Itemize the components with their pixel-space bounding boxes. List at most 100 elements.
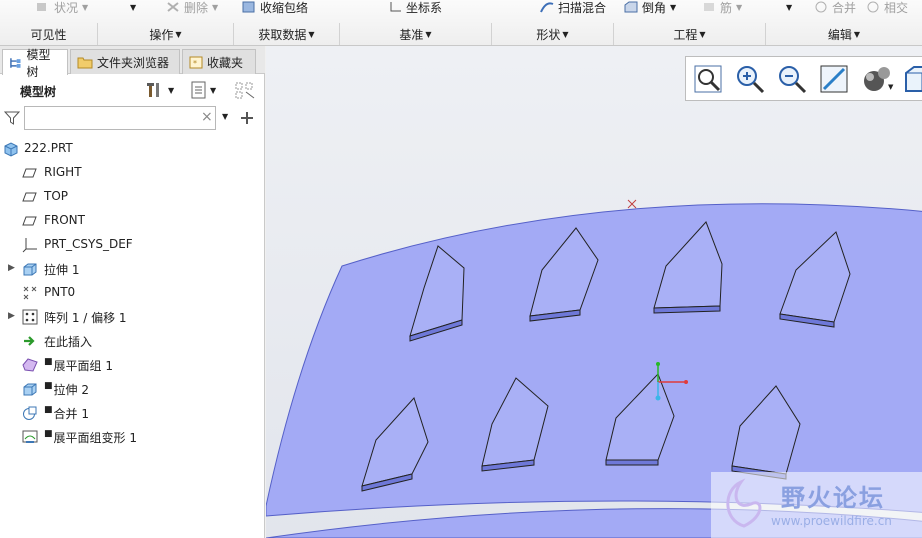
tree-filter-toggle[interactable] [234,81,256,99]
tree-node-label: 阵列 1 / 偏移 1 [44,311,127,325]
refit-button[interactable] [692,63,724,95]
group-editing[interactable]: 编辑 ▼ [766,23,922,45]
group-datum[interactable]: 基准 ▼ [340,23,492,45]
tree-node-top[interactable]: TOP [0,186,262,208]
delete-command[interactable]: 删除 ▼ [166,0,218,15]
saved-views-button[interactable] [902,63,922,95]
tree-search-input[interactable] [24,106,216,130]
watermark-url: www.proewildfire.cn [771,514,892,528]
zoom-in-icon [737,66,765,94]
tree-settings-button[interactable]: ▼ [146,81,174,99]
model-tree-title: 模型树 [20,85,57,99]
tab-favorites[interactable]: * 收藏夹 [182,49,256,74]
zoom-out-button[interactable] [776,63,808,95]
group-engineering[interactable]: 工程 ▼ [614,23,766,45]
ribbon-command-row: 状况 ▼ ▼ 删除 ▼ 收缩包络 坐标系 扫描混合 倒角 ▼ 筋 ▼ ▼ 合并 … [0,0,922,22]
not-regenerated-mark: ■ [44,405,53,415]
merge-command[interactable]: 合并 [814,0,856,15]
model-tree-icon [10,57,21,68]
delete-label: 删除 [184,0,209,15]
ribbon-group-row: 可见性 操作 ▼ 获取数据 ▼ 基准 ▼ 形状 ▼ 工程 ▼ 编辑 ▼ [0,23,922,45]
csys-icon [390,2,401,12]
group-operations[interactable]: 操作 ▼ [98,23,234,45]
tree-node-label: 222.PRT [24,141,73,155]
group-get-data[interactable]: 获取数据 ▼ [234,23,340,45]
filter-dropdown[interactable]: ▼ [222,112,228,121]
group-visibility-label: 可见性 [30,27,67,42]
list-options-icon [191,81,206,99]
not-regenerated-mark: ■ [44,357,53,367]
tab-folder-browser[interactable]: 文件夹浏览器 [70,49,180,74]
group-get-data-label: 获取数据 [258,27,307,42]
intersect-command[interactable]: 相交 [866,0,909,15]
tree-node-pnt0[interactable]: PNT0 [0,282,262,304]
swept-blend-command[interactable]: 扫描混合 [540,0,606,15]
group-engineering-label: 工程 [673,27,698,42]
chamfer-icon [624,1,638,13]
operations-dropdown[interactable]: ▼ [130,0,136,14]
rib-command[interactable]: 筋 ▼ [702,0,742,15]
expand-arrow-icon[interactable]: ▶ [8,311,15,321]
tree-node-right[interactable]: RIGHT [0,162,262,184]
merge-icon [815,1,827,13]
tree-node-extrude-1[interactable]: ▶ 拉伸 1 [0,258,262,280]
tab-favorites-label: 收藏夹 [207,55,244,70]
repaint-button[interactable] [818,63,850,95]
tree-node-label: RIGHT [44,165,82,179]
group-shapes[interactable]: 形状 ▼ [492,23,614,45]
tree-node-label: 拉伸 1 [44,263,80,277]
display-style-button[interactable]: ▼ [860,63,893,95]
not-regenerated-mark: ■ [44,429,53,439]
tree-node-csys[interactable]: PRT_CSYS_DEF [0,234,262,256]
intersect-label: 相交 [884,0,909,15]
filter-icon [4,111,20,125]
ribbon: 状况 ▼ ▼ 删除 ▼ 收缩包络 坐标系 扫描混合 倒角 ▼ 筋 ▼ ▼ 合并 … [0,0,922,46]
datum-plane-icon [22,216,37,226]
editing-dropdown[interactable]: ▼ [786,0,792,14]
tab-model-tree-label: 模型树 [26,47,51,79]
status-command[interactable]: 状况 ▼ [36,0,88,15]
saved-views-icon [905,66,922,92]
tree-node-flatten-deform-1[interactable]: ■展平面组变形 1 [0,426,262,448]
tree-node-label: 合并 1 [53,407,89,421]
tree-node-front[interactable]: FRONT [0,210,262,232]
tab-model-tree[interactable]: 模型树 [2,48,68,79]
merge-icon [23,406,37,420]
insert-arrow-icon [24,336,35,346]
tree-node-flatten-quilt-1[interactable]: ■展平面组 1 [0,354,262,376]
extrude-icon [23,263,37,276]
group-visibility[interactable]: 可见性 [0,23,98,45]
graphics-viewport[interactable]: ▼ 野火论坛 www.proewildfire.cn [266,46,922,538]
expand-arrow-icon[interactable]: ▶ [8,263,15,273]
rib-label: 筋 [720,0,733,15]
app-window: 状况 ▼ ▼ 删除 ▼ 收缩包络 坐标系 扫描混合 倒角 ▼ 筋 ▼ ▼ 合并 … [0,0,922,538]
tree-node-extrude-2[interactable]: ■拉伸 2 [0,378,262,400]
model-canvas[interactable] [266,46,922,538]
datum-point-icon [23,286,37,300]
tree-node-insert-here[interactable]: 在此插入 [0,330,262,352]
clear-filter-icon[interactable]: × [201,109,213,125]
tree-node-part[interactable]: 222.PRT [0,138,262,160]
coordinate-system-command[interactable]: 坐标系 [388,0,442,15]
svg-text:*: * [193,59,197,68]
tree-node-label: 拉伸 2 [53,383,89,397]
not-regenerated-mark: ■ [44,381,53,391]
refit-icon [694,65,722,93]
status-icon [37,3,46,11]
show-options-button[interactable]: ▼ [190,81,216,99]
favorites-icon: * [189,56,203,69]
navigator-tabs: 模型树 文件夹浏览器 * 收藏夹 [0,46,265,79]
chamfer-command[interactable]: 倒角 ▼ [624,0,676,15]
zoom-in-button[interactable] [734,63,766,95]
shrinkwrap-command[interactable]: 收缩包络 [242,0,309,15]
tree-node-label: 展平面组 1 [53,359,113,373]
group-operations-label: 操作 [149,27,174,42]
tree-node-pattern-1[interactable]: ▶ 阵列 1 / 偏移 1 [0,306,262,328]
datum-plane-icon [22,192,37,202]
tree-node-merge-1[interactable]: ■合并 1 [0,402,262,424]
add-icon[interactable] [240,111,254,125]
csys-icon [22,238,37,253]
shrinkwrap-label: 收缩包络 [260,0,309,15]
group-editing-label: 编辑 [827,27,852,42]
flatten-quilt-icon [22,358,38,372]
